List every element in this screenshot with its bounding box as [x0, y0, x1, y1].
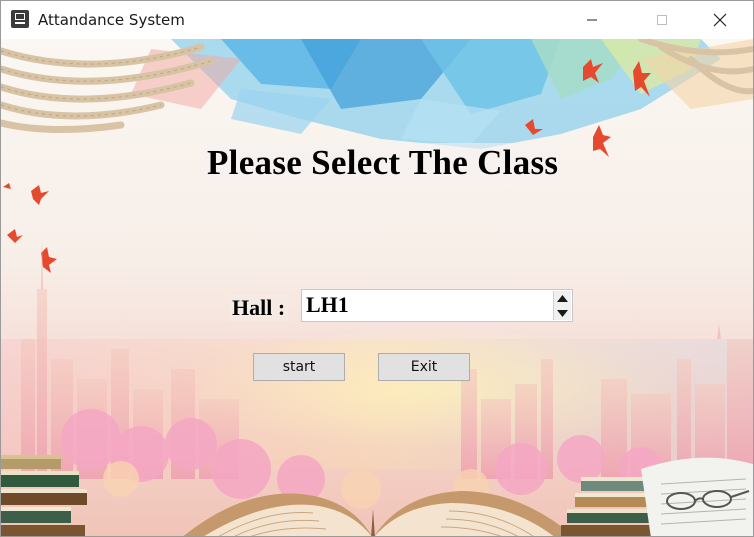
spinner-down-button[interactable] [554, 306, 571, 320]
main-content: Please Select The Class Hall : LH1 start… [1, 39, 753, 536]
hall-label: Hall : [229, 295, 289, 321]
hall-spinner[interactable]: LH1 [301, 289, 573, 322]
app-window: Attandance System Please Select The Clas… [0, 0, 754, 537]
background-illustration [1, 39, 753, 536]
triangle-down-icon [557, 309, 568, 317]
app-window-icon [11, 10, 29, 28]
minimize-icon [587, 19, 597, 21]
minimize-button[interactable] [569, 1, 615, 39]
page-heading: Please Select The Class [203, 143, 563, 183]
maximize-icon [657, 15, 667, 25]
maximize-button[interactable] [639, 1, 685, 39]
start-button[interactable]: start [253, 353, 345, 381]
close-icon [713, 13, 727, 27]
spinner-buttons [553, 291, 571, 320]
spinner-up-button[interactable] [554, 291, 571, 305]
hall-spinner-value[interactable]: LH1 [306, 292, 349, 318]
exit-button[interactable]: Exit [378, 353, 470, 381]
window-title: Attandance System [38, 11, 185, 29]
close-button[interactable] [697, 1, 743, 39]
triangle-up-icon [557, 294, 568, 302]
title-bar[interactable]: Attandance System [1, 1, 753, 39]
